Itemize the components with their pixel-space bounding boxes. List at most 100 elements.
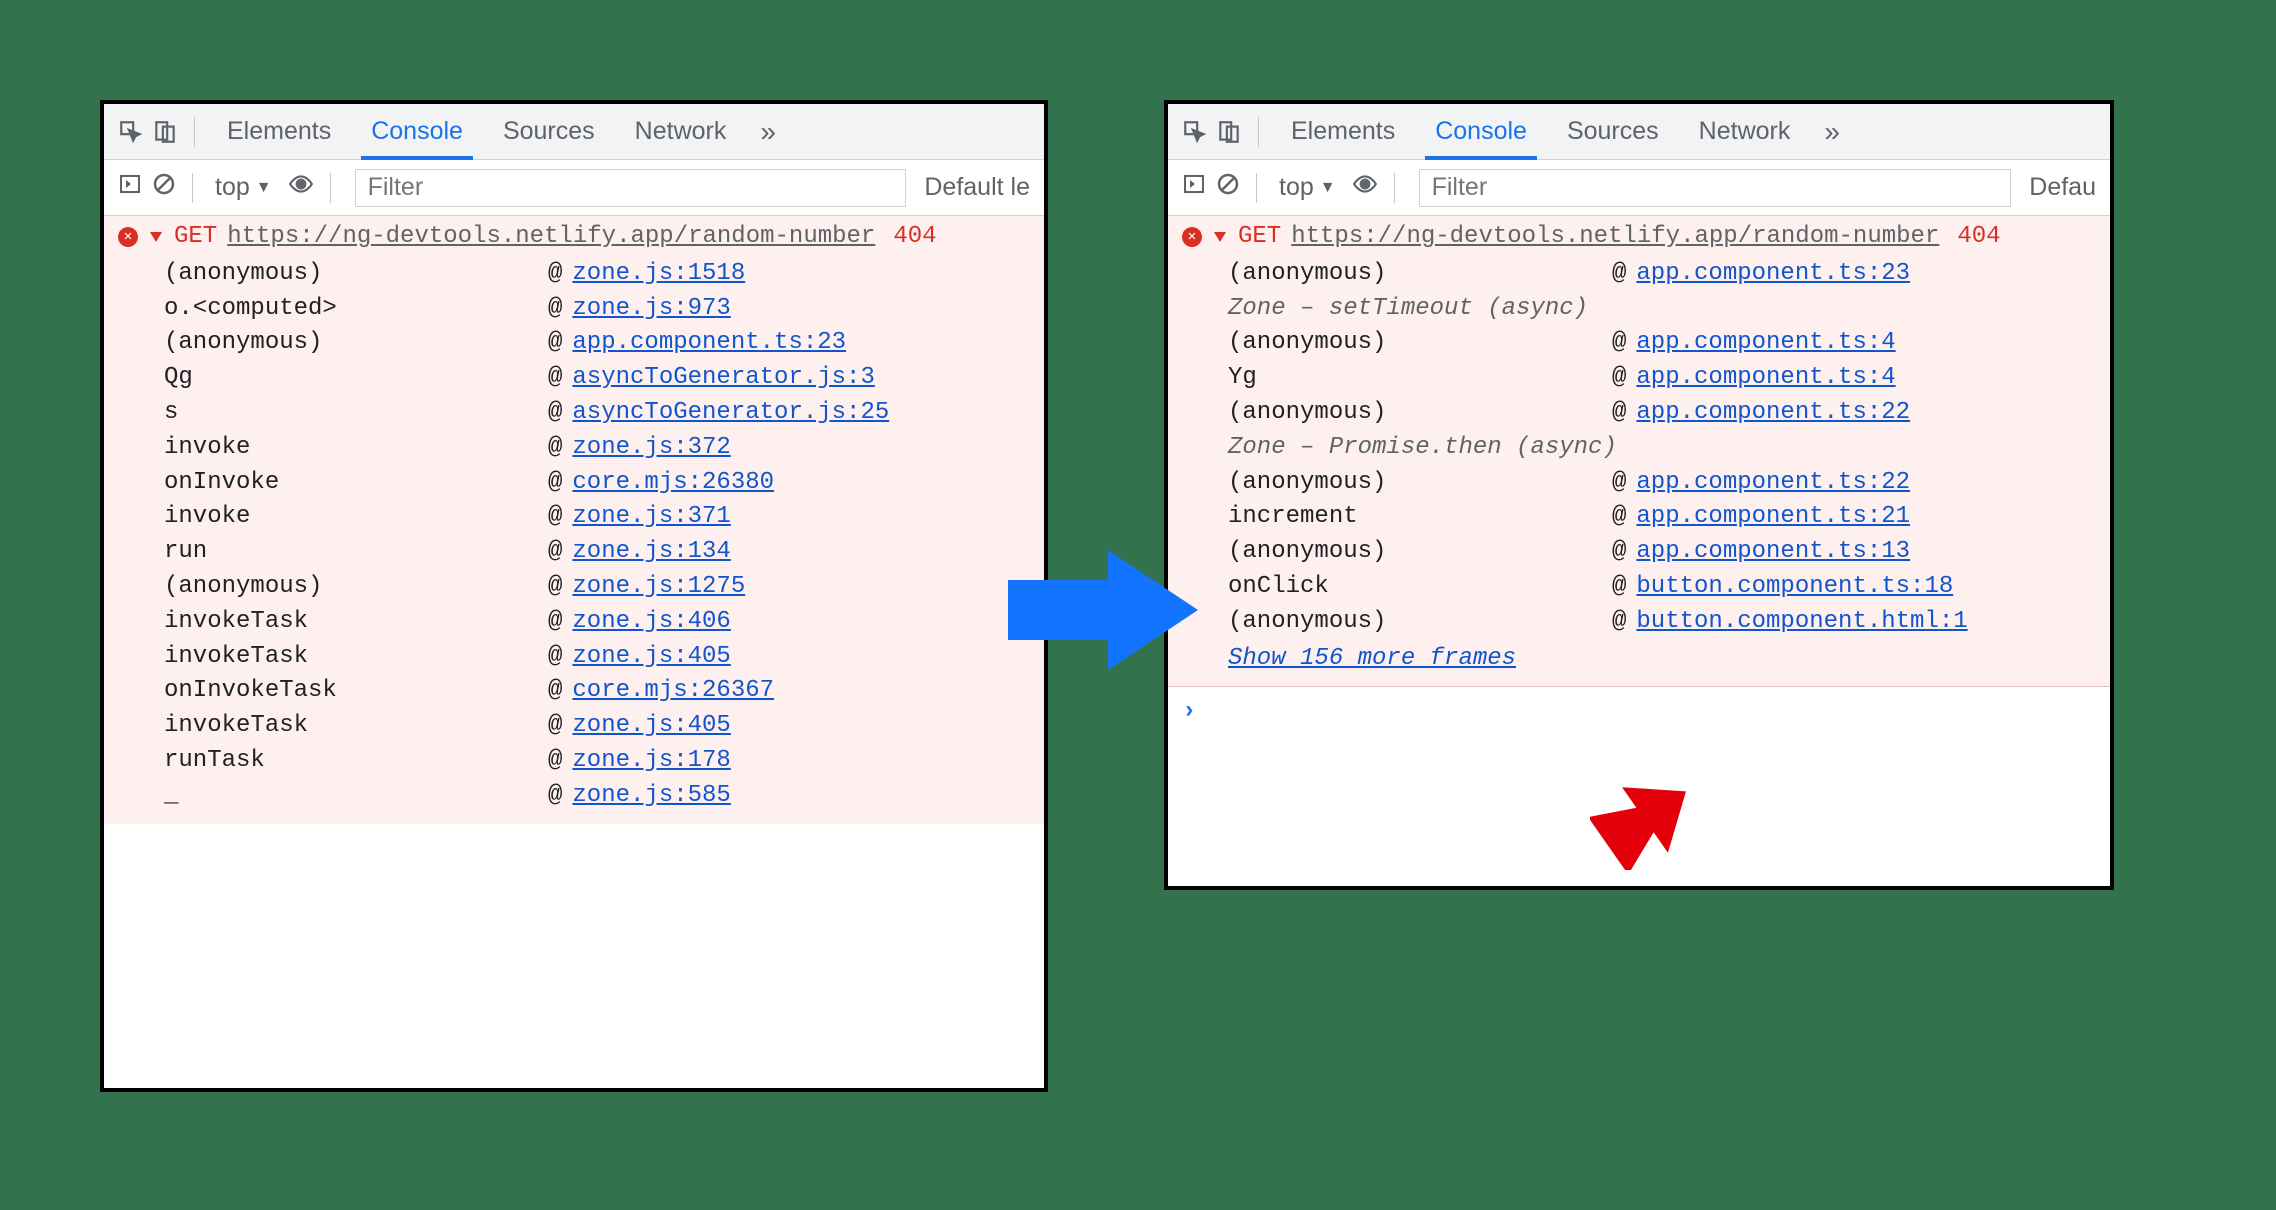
stack-source-link[interactable]: app.component.ts:21 [1636, 500, 1910, 535]
stack-function: _ [118, 779, 548, 814]
stack-frame: invoke@zone.js:371 [118, 500, 1030, 535]
stack-function: Zone – Promise.then (async) [1182, 431, 1617, 466]
tab-network[interactable]: Network [1681, 104, 1809, 160]
eye-icon[interactable] [288, 171, 314, 204]
device-icon[interactable] [150, 117, 180, 147]
stack-source-link[interactable]: app.component.ts:23 [1636, 257, 1910, 292]
log-level-selector[interactable]: Defau [2029, 173, 2096, 202]
clear-icon[interactable] [152, 172, 176, 203]
disclosure-triangle-icon[interactable] [1214, 232, 1226, 242]
at-symbol: @ [1612, 466, 1636, 501]
error-line[interactable]: ✕ GET https://ng-devtools.netlify.app/ra… [1168, 216, 2110, 257]
stack-source-link[interactable]: app.component.ts:22 [1636, 396, 1910, 431]
stack-source-link[interactable]: core.mjs:26380 [572, 466, 774, 501]
show-more-frames[interactable]: Show 156 more frames [1182, 642, 2096, 677]
stack-source-link[interactable]: asyncToGenerator.js:3 [572, 361, 874, 396]
stack-source-link[interactable]: zone.js:178 [572, 744, 730, 779]
tab-console[interactable]: Console [1417, 104, 1545, 160]
tab-network[interactable]: Network [617, 104, 745, 160]
console-output: ✕ GET https://ng-devtools.netlify.app/ra… [1168, 216, 2110, 738]
stack-trace: (anonymous)@zone.js:1518o.<computed>@zon… [104, 257, 1044, 824]
stack-source-link[interactable]: zone.js:1518 [572, 257, 745, 292]
at-symbol: @ [548, 292, 572, 327]
stack-source-link[interactable]: zone.js:134 [572, 535, 730, 570]
stack-function: invokeTask [118, 640, 548, 675]
stack-frame: (anonymous)@app.component.ts:22 [1182, 396, 2096, 431]
stack-source-link[interactable]: app.component.ts:23 [572, 326, 846, 361]
tab-elements[interactable]: Elements [1273, 104, 1413, 160]
filter-input[interactable] [1419, 169, 2012, 207]
stack-source-link[interactable]: zone.js:1275 [572, 570, 745, 605]
clear-icon[interactable] [1216, 172, 1240, 203]
stack-source-link[interactable]: zone.js:973 [572, 292, 730, 327]
stack-trace: (anonymous)@app.component.ts:23Zone – se… [1168, 257, 2110, 687]
stack-frame: (anonymous)@app.component.ts:22 [1182, 466, 2096, 501]
stack-function: onInvoke [118, 466, 548, 501]
disclosure-triangle-icon[interactable] [150, 232, 162, 242]
devtools-panel-right: Elements Console Sources Network » top ▼ … [1164, 100, 2114, 890]
tab-console[interactable]: Console [353, 104, 481, 160]
stack-source-link[interactable]: zone.js:585 [572, 779, 730, 814]
separator [194, 117, 195, 147]
device-icon[interactable] [1214, 117, 1244, 147]
tab-bar: Elements Console Sources Network » [1168, 104, 2110, 160]
more-tabs-icon[interactable]: » [1812, 116, 1840, 148]
console-toolbar: top ▼ Defau [1168, 160, 2110, 216]
stack-function: Zone – setTimeout (async) [1182, 292, 1612, 327]
context-label: top [1279, 173, 1314, 202]
at-symbol: @ [1612, 500, 1636, 535]
context-selector[interactable]: top ▼ [1273, 173, 1342, 202]
at-symbol: @ [548, 361, 572, 396]
stack-source-link[interactable]: zone.js:405 [572, 640, 730, 675]
log-level-selector[interactable]: Default le [924, 173, 1030, 202]
console-prompt[interactable]: › [1168, 686, 2110, 738]
stack-frame: onInvoke@core.mjs:26380 [118, 466, 1030, 501]
tab-sources[interactable]: Sources [485, 104, 613, 160]
at-symbol: @ [548, 466, 572, 501]
filter-input[interactable] [355, 169, 907, 207]
stack-source-link[interactable]: button.component.html:1 [1636, 605, 1967, 640]
stack-source-link[interactable]: app.component.ts:4 [1636, 326, 1895, 361]
stack-source-link[interactable]: asyncToGenerator.js:25 [572, 396, 889, 431]
error-url[interactable]: https://ng-devtools.netlify.app/random-n… [227, 220, 875, 255]
at-symbol: @ [548, 500, 572, 535]
stack-source-link[interactable]: button.component.ts:18 [1636, 570, 1953, 605]
stack-source-link[interactable]: core.mjs:26367 [572, 674, 774, 709]
stack-function: invokeTask [118, 605, 548, 640]
at-symbol: @ [1612, 605, 1636, 640]
sidebar-toggle-icon[interactable] [1182, 172, 1206, 203]
separator [1394, 173, 1395, 203]
sidebar-toggle-icon[interactable] [118, 172, 142, 203]
stack-function: o.<computed> [118, 292, 548, 327]
stack-frame: (anonymous)@app.component.ts:23 [118, 326, 1030, 361]
error-line[interactable]: ✕ GET https://ng-devtools.netlify.app/ra… [104, 216, 1044, 257]
stack-source-link[interactable]: app.component.ts:13 [1636, 535, 1910, 570]
stack-frame: run@zone.js:134 [118, 535, 1030, 570]
stack-source-link[interactable]: app.component.ts:22 [1636, 466, 1910, 501]
http-method: GET [174, 220, 217, 255]
tab-sources[interactable]: Sources [1549, 104, 1677, 160]
stack-frame: (anonymous)@app.component.ts:13 [1182, 535, 2096, 570]
devtools-panel-left: Elements Console Sources Network » top▼ … [100, 100, 1048, 1092]
more-tabs-icon[interactable]: » [748, 116, 776, 148]
stack-frame: Yg@app.component.ts:4 [1182, 361, 2096, 396]
inspect-icon[interactable] [116, 117, 146, 147]
stack-function: increment [1182, 500, 1612, 535]
tab-elements[interactable]: Elements [209, 104, 349, 160]
at-symbol: @ [548, 396, 572, 431]
at-symbol: @ [548, 709, 572, 744]
tab-bar: Elements Console Sources Network » [104, 104, 1044, 160]
stack-source-link[interactable]: zone.js:406 [572, 605, 730, 640]
eye-icon[interactable] [1352, 171, 1378, 204]
stack-function: (anonymous) [1182, 466, 1612, 501]
separator [192, 173, 193, 203]
chevron-down-icon: ▼ [1320, 179, 1336, 197]
stack-source-link[interactable]: zone.js:372 [572, 431, 730, 466]
stack-source-link[interactable]: app.component.ts:4 [1636, 361, 1895, 396]
inspect-icon[interactable] [1180, 117, 1210, 147]
error-url[interactable]: https://ng-devtools.netlify.app/random-n… [1291, 220, 1939, 255]
stack-frame: (anonymous)@button.component.html:1 [1182, 605, 2096, 640]
stack-source-link[interactable]: zone.js:405 [572, 709, 730, 744]
context-selector[interactable]: top▼ [209, 173, 278, 202]
stack-source-link[interactable]: zone.js:371 [572, 500, 730, 535]
